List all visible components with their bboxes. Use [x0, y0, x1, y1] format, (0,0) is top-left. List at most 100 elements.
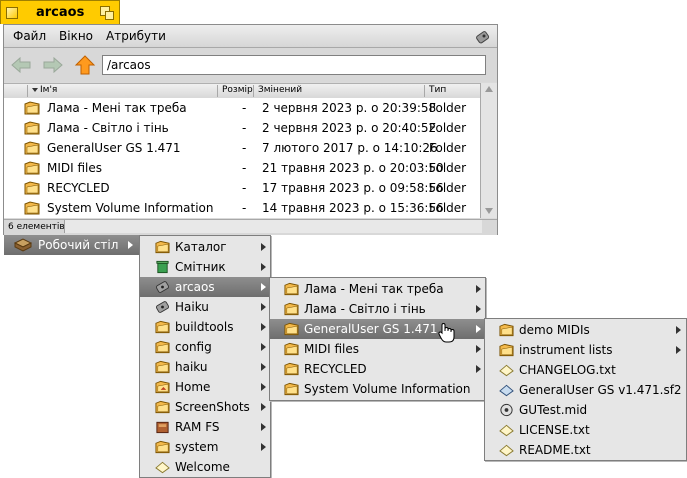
menu-item[interactable]: Welcome: [140, 457, 270, 477]
menu-item[interactable]: GeneralUser GS v1.471.sf2: [485, 380, 686, 400]
folder-icon: [284, 282, 299, 296]
file-list: Лама - Мені так треба - 2 червня 2023 р.…: [4, 98, 480, 218]
menu-bar: Файл Вікно Атрибути: [4, 25, 497, 48]
midi-icon: [500, 403, 513, 417]
file-name: Лама - Світло і тінь: [47, 121, 169, 135]
file-type: Folder: [429, 161, 467, 175]
column-name[interactable]: Ім'я: [28, 85, 218, 97]
menu-item[interactable]: RAM FS: [140, 417, 270, 437]
file-modified: 7 лютого 2017 р. о 14:10:26: [262, 141, 438, 155]
column-modified[interactable]: Змінений: [254, 85, 425, 97]
file-size: -: [242, 201, 247, 215]
menu-item-label: Каталог: [175, 240, 227, 254]
menu-item-label: LICENSE.txt: [519, 423, 590, 437]
menu-file[interactable]: Файл: [13, 29, 46, 43]
window-tab[interactable]: arcaos: [0, 0, 120, 24]
path-field[interactable]: /arcaos: [102, 55, 486, 75]
file-row[interactable]: Лама - Мені так треба - 2 червня 2023 р.…: [4, 98, 480, 118]
submenu-arrow-icon: [261, 383, 266, 391]
document-icon: [499, 444, 514, 457]
column-type[interactable]: Тип: [425, 85, 480, 97]
menu-item[interactable]: config: [140, 337, 270, 357]
soundfont-icon: [499, 384, 514, 397]
tracker-window: Файл Вікно Атрибути /arcaos Ім'я Розмір …: [3, 24, 498, 235]
file-row[interactable]: MIDI files - 21 травня 2023 р. о 20:03:5…: [4, 158, 480, 178]
menu-item[interactable]: LICENSE.txt: [485, 420, 686, 440]
menu-item[interactable]: CHANGELOG.txt: [485, 360, 686, 380]
submenu-arrow-icon: [476, 325, 481, 333]
tracker-icon[interactable]: [475, 28, 491, 44]
scroll-up-icon[interactable]: [485, 86, 493, 92]
menu-item[interactable]: demo MIDIs: [485, 320, 686, 340]
folder-icon: [499, 323, 514, 337]
menu-item[interactable]: haiku: [140, 357, 270, 377]
submenu-arrow-icon: [476, 305, 481, 313]
menu-item[interactable]: Смітник: [140, 257, 270, 277]
menu-item[interactable]: GUTest.mid: [485, 400, 686, 420]
column-size[interactable]: Розмір: [218, 85, 254, 97]
menu-item[interactable]: instrument lists: [485, 340, 686, 360]
forward-arrow-icon[interactable]: [42, 55, 64, 75]
file-row[interactable]: System Volume Information - 14 травня 20…: [4, 198, 480, 218]
folder-icon: [24, 101, 40, 115]
menu-item-label: instrument lists: [519, 343, 613, 357]
folder-icon: [24, 121, 40, 135]
vertical-scrollbar[interactable]: [480, 83, 497, 218]
folder-icon: [24, 161, 40, 175]
close-button[interactable]: [6, 6, 18, 19]
folder-icon: [155, 400, 170, 414]
folder-icon: [284, 362, 299, 376]
desktop-menu-item[interactable]: Робочий стіл: [4, 235, 139, 255]
file-row[interactable]: RECYCLED - 17 травня 2023 р. о 09:58:56 …: [4, 178, 480, 198]
zoom-button[interactable]: [100, 6, 114, 20]
menu-attributes[interactable]: Атрибути: [106, 29, 166, 43]
folder-icon: [284, 322, 299, 336]
menu-item[interactable]: Лама - Світло і тінь: [270, 299, 485, 319]
submenu-arrow-icon: [476, 285, 481, 293]
menu-item-label: Haiku: [175, 300, 209, 314]
file-modified: 21 травня 2023 р. о 20:03:50: [262, 161, 444, 175]
file-row[interactable]: Лама - Світло і тінь - 2 червня 2023 р. …: [4, 118, 480, 138]
submenu-arrow-icon: [261, 343, 266, 351]
menu-item[interactable]: Лама - Мені так треба: [270, 279, 485, 299]
menu-item[interactable]: System Volume Information: [270, 379, 485, 399]
folder-icon: [155, 320, 170, 334]
up-arrow-icon[interactable]: [74, 55, 96, 75]
submenu-arrow-icon: [676, 326, 681, 334]
menu-item-label: ScreenShots: [175, 400, 250, 414]
folder-icon: [284, 302, 299, 316]
desktop-label: Робочий стіл: [38, 238, 119, 252]
file-type: Folder: [429, 121, 467, 135]
menu-window[interactable]: Вікно: [59, 29, 93, 43]
menu-item[interactable]: Каталог: [140, 237, 270, 257]
menu-item[interactable]: Haiku: [140, 297, 270, 317]
document-icon: [499, 364, 514, 377]
scroll-down-icon[interactable]: [485, 208, 493, 214]
menu-item-label: GUTest.mid: [519, 403, 588, 417]
folder-icon: [155, 360, 170, 374]
menu-item-label: GeneralUser GS 1.471: [304, 322, 438, 336]
document-icon: [499, 424, 514, 437]
submenu-arrow-icon: [261, 323, 266, 331]
file-size: -: [242, 121, 247, 135]
menu-item[interactable]: buildtools: [140, 317, 270, 337]
submenu-arrow-icon: [261, 243, 266, 251]
file-row[interactable]: GeneralUser GS 1.471 - 7 лютого 2017 р. …: [4, 138, 480, 158]
menu-item[interactable]: README.txt: [485, 440, 686, 460]
submenu-arrow-icon: [676, 346, 681, 354]
hand-cursor-icon: [438, 322, 455, 343]
back-arrow-icon[interactable]: [10, 55, 32, 75]
menu-item[interactable]: arcaos: [140, 277, 270, 297]
menu-item[interactable]: system: [140, 437, 270, 457]
folder-icon: [155, 440, 170, 454]
item-count: 6 елементів: [8, 222, 65, 232]
folder-icon: [155, 240, 170, 254]
folder-icon: [24, 181, 40, 195]
menu-item[interactable]: Home: [140, 377, 270, 397]
menu-item-label: system: [175, 440, 219, 454]
horizontal-scrollbar[interactable]: [64, 220, 482, 233]
submenu-arrow-icon: [261, 423, 266, 431]
menu-item-label: Лама - Світло і тінь: [304, 302, 426, 316]
menu-item[interactable]: RECYCLED: [270, 359, 485, 379]
menu-item[interactable]: ScreenShots: [140, 397, 270, 417]
